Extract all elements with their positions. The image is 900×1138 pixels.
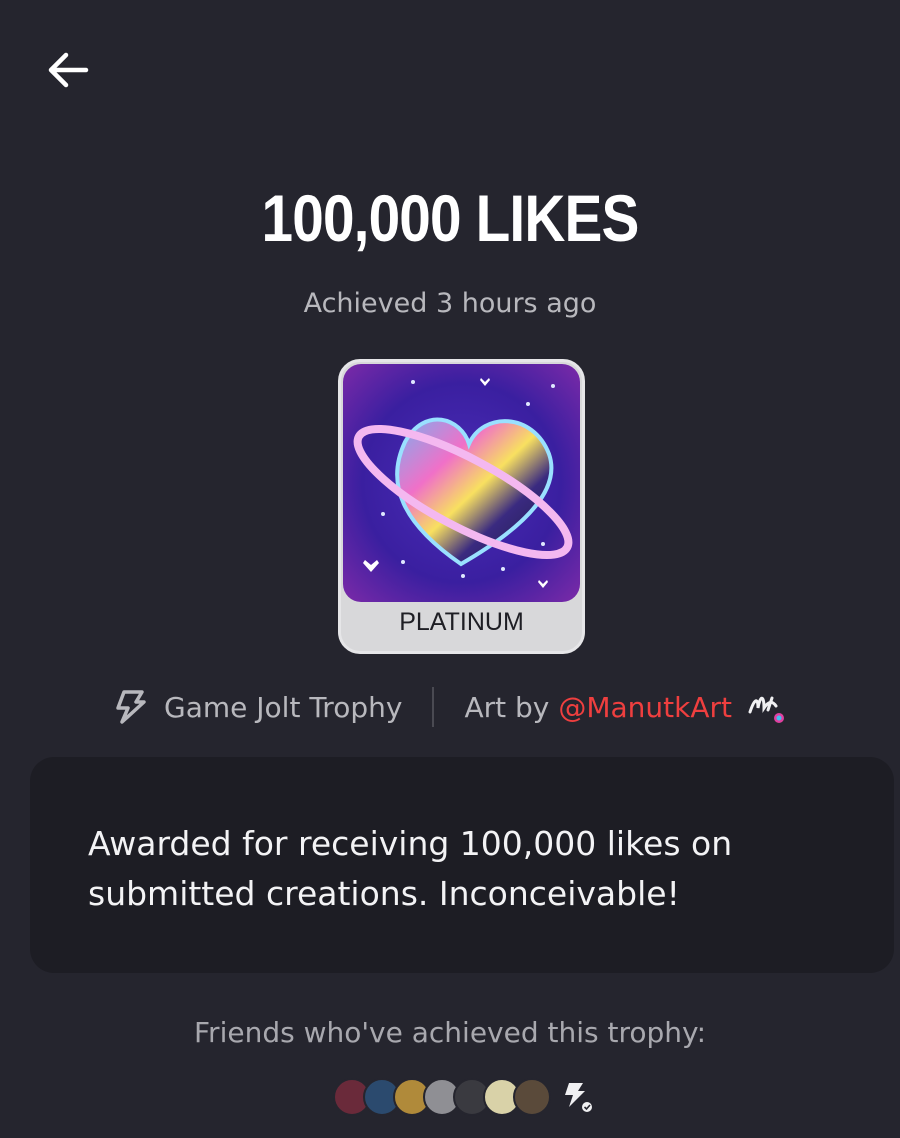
friend-avatar[interactable] [513, 1078, 551, 1116]
back-button[interactable] [40, 44, 96, 96]
achieved-time: Achieved 3 hours ago [303, 288, 597, 319]
trophy-description: Awarded for receiving 100,000 likes on s… [88, 824, 733, 913]
trophy-card[interactable]: PLATINUM [338, 359, 585, 654]
meta-divider [432, 687, 435, 727]
game-jolt-verified-icon [561, 1079, 597, 1115]
trophy-tier: PLATINUM [399, 608, 524, 636]
trophy-title: 100,000 LIKES [261, 181, 640, 255]
heart-planet-icon [343, 364, 580, 602]
trophy-source: Game Jolt Trophy [112, 689, 402, 725]
friends-label: Friends who've achieved this trophy: [193, 1016, 707, 1049]
artist-credit: Art by @ManutkArt [464, 686, 788, 728]
artist-avatar[interactable] [746, 686, 788, 728]
trophy-source-label: Game Jolt Trophy [164, 690, 403, 724]
art-by-label: Art by [464, 690, 550, 724]
arrow-left-icon [48, 52, 89, 88]
description-card: Awarded for receiving 100,000 likes on s… [30, 757, 894, 973]
artist-link[interactable]: @ManutkArt [558, 691, 732, 724]
trophy-meta: Game Jolt Trophy Art by @ManutkArt [0, 684, 900, 730]
game-jolt-bolt-icon [116, 690, 146, 724]
friends-avatars [333, 1076, 597, 1118]
